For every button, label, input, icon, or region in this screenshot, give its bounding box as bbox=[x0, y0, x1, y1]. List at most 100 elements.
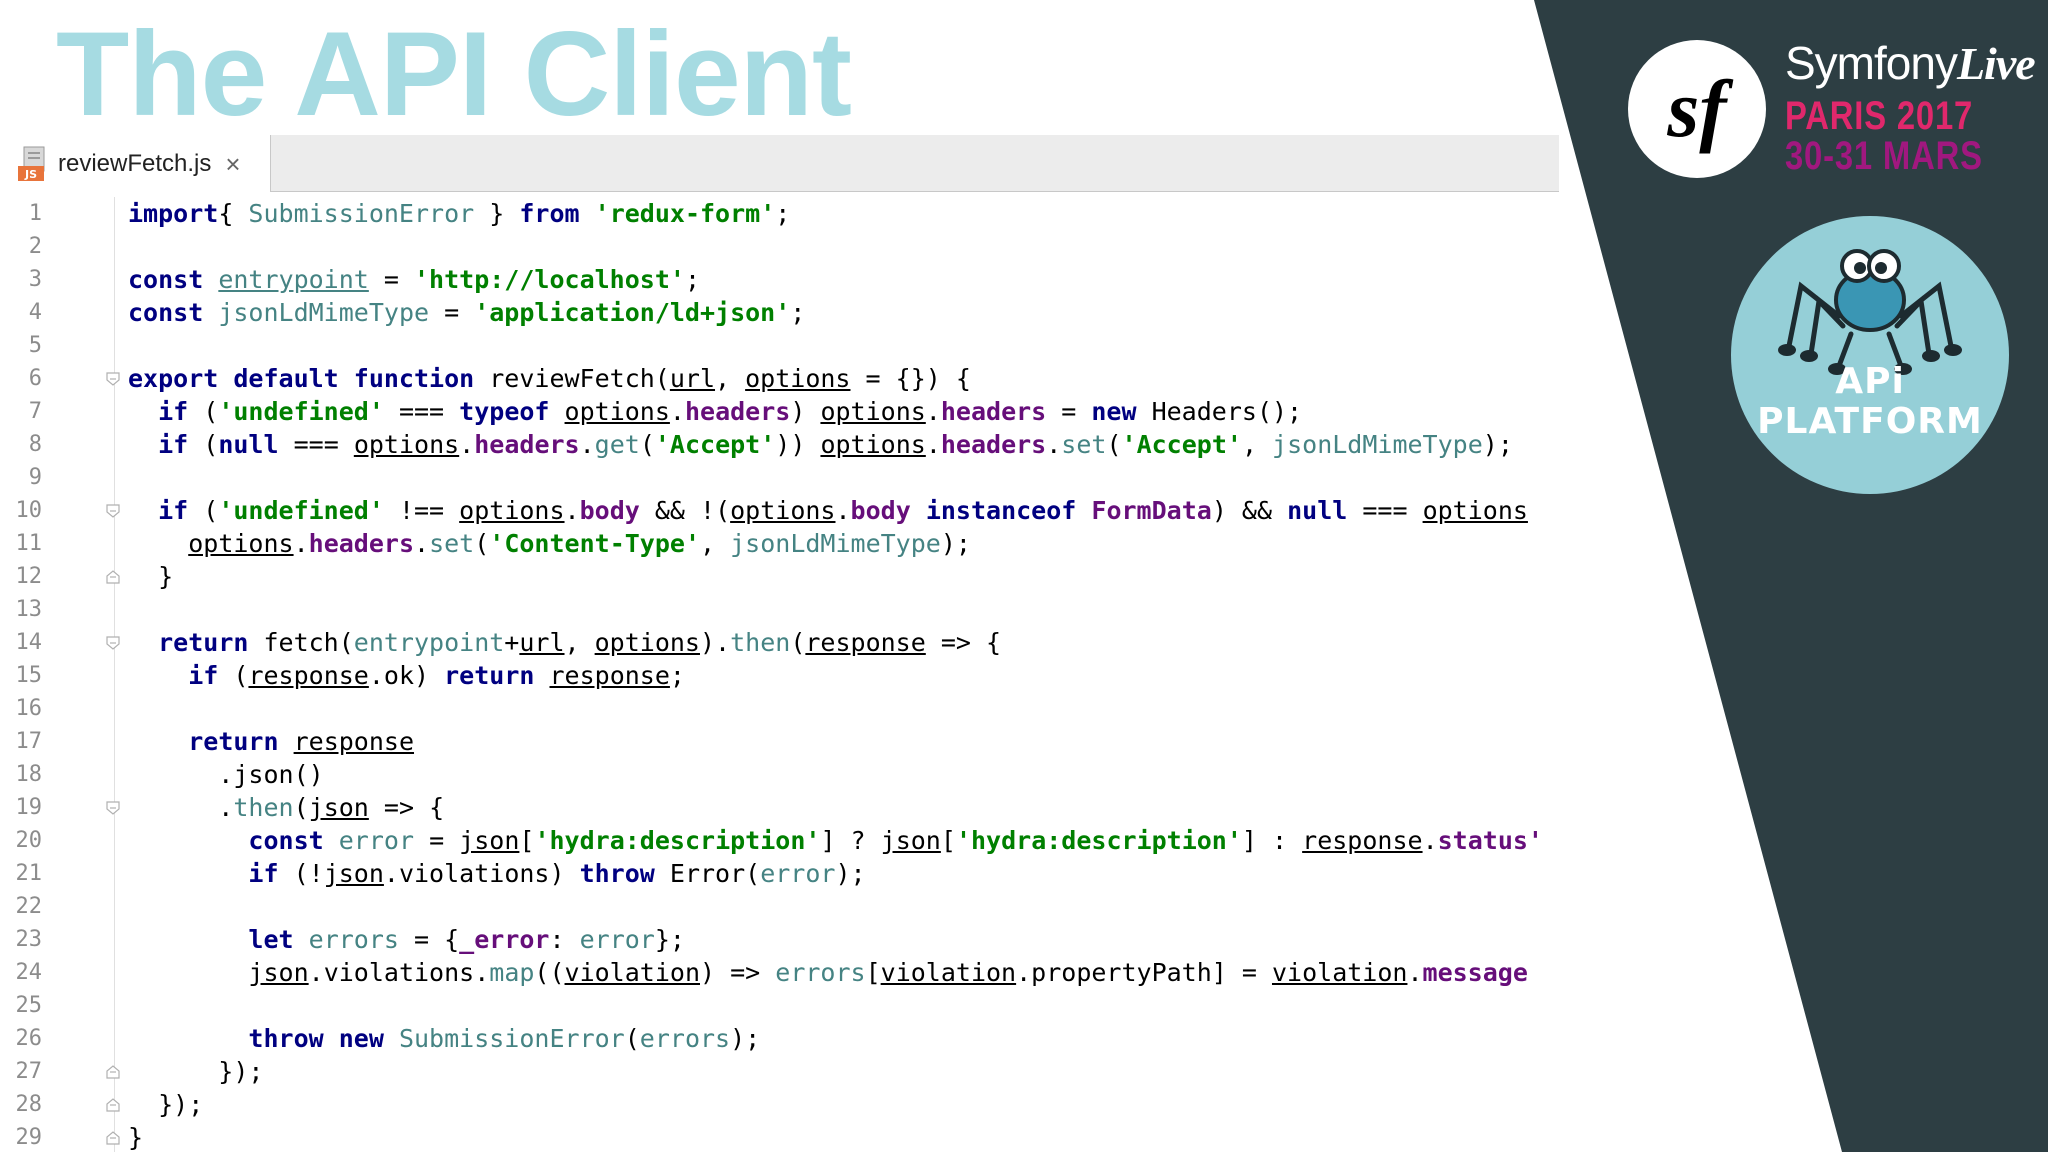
code-text: if (null === options.headers.get('Accept… bbox=[128, 428, 1513, 461]
code-token: 'hydra:description' bbox=[955, 826, 1242, 855]
code-token: ( bbox=[1106, 430, 1122, 459]
fold-open-icon[interactable] bbox=[105, 800, 121, 816]
code-token: headers bbox=[684, 397, 791, 426]
code-line[interactable]: 16 bbox=[0, 692, 1559, 725]
line-number: 19 bbox=[15, 795, 43, 820]
code-line[interactable]: 9 bbox=[0, 461, 1559, 494]
code-line[interactable]: 24 json.violations.map((violation) => er… bbox=[0, 956, 1559, 989]
code-line[interactable]: 26 throw new SubmissionError(errors); bbox=[0, 1022, 1559, 1055]
code-line[interactable]: 27 }); bbox=[0, 1055, 1559, 1088]
code-line[interactable]: 15 if (response.ok) return response; bbox=[0, 659, 1559, 692]
code-token: ( bbox=[790, 628, 806, 657]
line-number: 3 bbox=[28, 267, 42, 292]
code-line[interactable]: 22 bbox=[0, 890, 1559, 923]
code-token: ; bbox=[775, 199, 791, 228]
code-line[interactable]: 23 let errors = {_error: error}; bbox=[0, 923, 1559, 956]
code-token: ( bbox=[188, 430, 219, 459]
fold-open-icon[interactable] bbox=[105, 635, 121, 651]
code-token: ; bbox=[790, 298, 806, 327]
code-line[interactable]: 4 const jsonLdMimeType = 'application/ld+… bbox=[0, 296, 1559, 329]
code-token: headers bbox=[308, 529, 414, 558]
code-token: ; bbox=[669, 661, 685, 690]
code-token: options bbox=[1422, 496, 1528, 525]
code-line[interactable]: 2 bbox=[0, 230, 1559, 263]
code-line[interactable]: 19 .then(json => { bbox=[0, 791, 1559, 824]
code-text: json.violations.map((violation) => error… bbox=[128, 956, 1527, 989]
line-number: 24 bbox=[15, 960, 43, 985]
code-line[interactable]: 5 bbox=[0, 329, 1559, 362]
code-token: ] ? bbox=[820, 826, 881, 855]
api-platform-line1: APi bbox=[1835, 361, 1905, 402]
code-token: ); bbox=[835, 859, 866, 888]
code-line[interactable]: 28 }); bbox=[0, 1088, 1559, 1121]
api-platform-line2: PLATFORM bbox=[1757, 401, 1983, 442]
code-token: jsonLdMimeType bbox=[1272, 430, 1483, 459]
line-number: 8 bbox=[28, 432, 42, 457]
code-line[interactable]: 13 bbox=[0, 593, 1559, 626]
code-token: headers bbox=[474, 430, 580, 459]
close-tab-icon[interactable]: × bbox=[225, 151, 240, 177]
code-token: if bbox=[158, 430, 189, 459]
fold-open-icon[interactable] bbox=[105, 503, 121, 519]
sf-glyph: sf bbox=[1666, 63, 1734, 154]
code-line[interactable]: 3 const entrypoint = 'http://localhost'; bbox=[0, 263, 1559, 296]
code-token: violation bbox=[880, 958, 1017, 987]
code-line[interactable]: 8 if (null === options.headers.get('Acce… bbox=[0, 428, 1559, 461]
fold-close-icon[interactable] bbox=[105, 1130, 121, 1146]
code-token: entrypoint bbox=[353, 628, 505, 657]
code-token: . bbox=[1407, 958, 1423, 987]
line-number: 22 bbox=[15, 894, 43, 919]
line-number: 4 bbox=[28, 300, 42, 325]
code-line[interactable]: 29} bbox=[0, 1121, 1559, 1152]
code-text: export default function reviewFetch(url,… bbox=[128, 362, 971, 395]
code-line[interactable]: 10 if ('undefined' !== options.body && !… bbox=[0, 494, 1559, 527]
line-number: 13 bbox=[15, 597, 43, 622]
code-token: => { bbox=[925, 628, 1002, 657]
fold-open-icon[interactable] bbox=[105, 371, 121, 387]
code-line[interactable]: 20 const error = json['hydra:description… bbox=[0, 824, 1559, 857]
code-token: throw bbox=[579, 859, 655, 888]
line-number: 28 bbox=[15, 1092, 43, 1117]
code-line[interactable]: 18 .json() bbox=[0, 758, 1559, 791]
code-token: get bbox=[594, 430, 640, 459]
fold-close-icon[interactable] bbox=[105, 569, 121, 585]
code-line[interactable]: 17 return response bbox=[0, 725, 1559, 758]
code-token: ) bbox=[790, 397, 821, 426]
code-token: . bbox=[1422, 826, 1438, 855]
code-line[interactable]: 1 import{ SubmissionError } from 'redux-f… bbox=[0, 197, 1559, 230]
code-line[interactable]: 6 export default function reviewFetch(url… bbox=[0, 362, 1559, 395]
code-token: entrypoint bbox=[218, 265, 369, 294]
code-area[interactable]: 1 import{ SubmissionError } from 'redux-f… bbox=[0, 197, 1559, 1152]
fold-close-icon[interactable] bbox=[105, 1097, 121, 1113]
code-token: = bbox=[1046, 397, 1092, 426]
code-token: === bbox=[383, 397, 460, 426]
tab-reviewfetch[interactable]: JS reviewFetch.js × bbox=[0, 135, 271, 192]
code-line[interactable]: 11 options.headers.set('Content-Type', j… bbox=[0, 527, 1559, 560]
fold-close-icon[interactable] bbox=[105, 1064, 121, 1080]
code-line[interactable]: 12 } bbox=[0, 560, 1559, 593]
event-dates: 30-31 MARS bbox=[1785, 134, 1983, 178]
line-number: 27 bbox=[15, 1059, 43, 1084]
code-line[interactable]: 25 bbox=[0, 989, 1559, 1022]
code-token: instanceof bbox=[925, 496, 1077, 525]
code-token: : bbox=[549, 925, 580, 954]
code-token: ( bbox=[624, 1024, 640, 1053]
code-text: return fetch(entrypoint+url, options).th… bbox=[128, 626, 1001, 659]
code-token: options bbox=[564, 397, 670, 426]
code-token: const bbox=[128, 298, 204, 327]
code-line[interactable]: 21 if (!json.violations) throw Error(err… bbox=[0, 857, 1559, 890]
line-number: 23 bbox=[15, 927, 43, 952]
code-line[interactable]: 14 return fetch(entrypoint+url, options)… bbox=[0, 626, 1559, 659]
code-token: , bbox=[564, 628, 595, 657]
code-line[interactable]: 7 if ('undefined' === typeof options.hea… bbox=[0, 395, 1559, 428]
code-token: (! bbox=[278, 859, 324, 888]
code-token: import bbox=[128, 199, 219, 228]
code-token: .json() bbox=[128, 760, 324, 789]
line-number: 11 bbox=[15, 531, 43, 556]
code-token: json bbox=[459, 826, 520, 855]
